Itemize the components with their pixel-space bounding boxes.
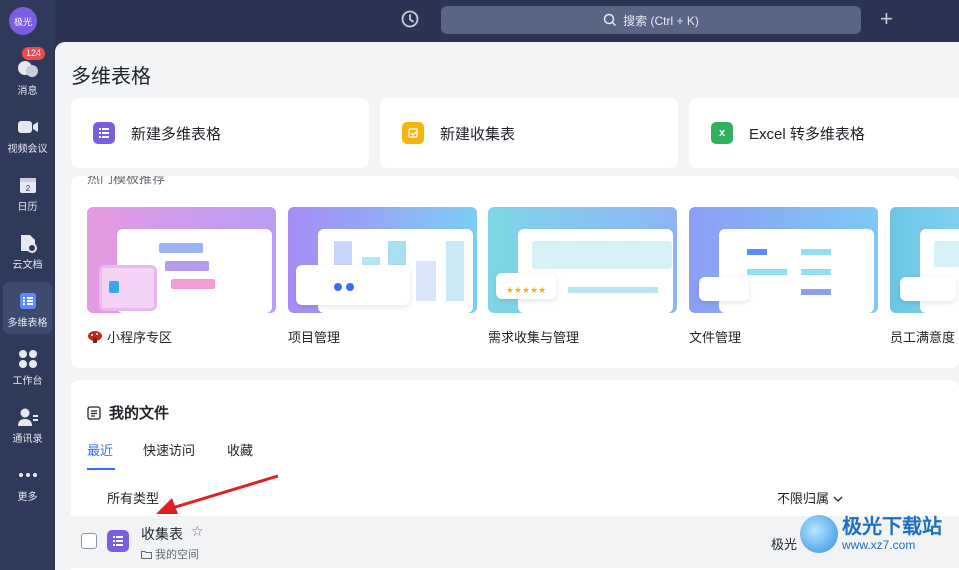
document-icon — [18, 232, 38, 254]
owner-filter[interactable]: 不限归属 — [777, 488, 843, 507]
list-icon — [87, 405, 101, 420]
template-label: 小程序专区 — [107, 330, 173, 345]
page-title: 多维表格 — [71, 66, 151, 88]
template-thumbnail — [890, 207, 959, 313]
tab-recent[interactable]: 最近 — [87, 440, 113, 459]
card-label: Excel 转多维表格 — [749, 125, 865, 143]
sidebar-item-label: 通讯录 — [12, 434, 43, 445]
watermark-url: www.xz7.com — [842, 538, 916, 552]
sidebar-item-label: 消息 — [17, 86, 38, 97]
template-card-requirements[interactable]: ★★★★★ 需求收集与管理 — [488, 207, 677, 346]
grid-icon — [18, 348, 38, 370]
bitable-icon — [93, 122, 115, 144]
calendar-icon: 2 — [19, 174, 37, 196]
sidebar-item-workbench[interactable]: 工作台 — [0, 340, 55, 392]
template-card-satisfaction[interactable]: 员工满意度 — [890, 207, 959, 346]
template-section: 热门模板推荐 小程序专区 项目管理 ★★★★★ 需求收集与管理 文件管理 员工满… — [71, 176, 959, 368]
search-icon — [603, 13, 617, 27]
card-label: 新建多维表格 — [131, 125, 222, 143]
sidebar-item-label: 工作台 — [12, 376, 43, 387]
tab-quick-access[interactable]: 快速访问 — [143, 440, 195, 459]
new-bitable-card[interactable]: 新建多维表格 — [71, 98, 369, 168]
search-input[interactable]: 搜索 (Ctrl + K) — [441, 6, 861, 34]
chevron-down-icon — [833, 496, 843, 502]
video-camera-icon — [17, 116, 39, 138]
star-icon[interactable]: ☆ — [191, 523, 204, 540]
template-label: 文件管理 — [689, 330, 742, 345]
template-thumbnail — [288, 207, 477, 313]
plus-icon: + — [880, 6, 893, 31]
more-dots-icon — [18, 464, 38, 486]
rating-stars-icon: ★★★★★ — [496, 273, 556, 299]
sidebar-item-more[interactable]: 更多 — [0, 456, 55, 508]
watermark-title: 极光下载站 — [842, 516, 942, 538]
bitable-icon — [19, 290, 37, 312]
sidebar-item-label: 云文档 — [12, 260, 43, 271]
tab-favorites[interactable]: 收藏 — [227, 440, 253, 459]
contacts-icon — [17, 406, 39, 428]
sidebar-item-label: 更多 — [17, 492, 38, 503]
template-label: 需求收集与管理 — [488, 330, 580, 345]
mushroom-icon — [88, 330, 102, 343]
template-thumbnail — [87, 207, 276, 313]
avatar-label: 极光 — [13, 16, 32, 27]
history-icon[interactable] — [400, 9, 420, 34]
owner-filter-label: 不限归属 — [777, 491, 830, 506]
sidebar-item-label: 多维表格 — [7, 318, 48, 329]
svg-text:2: 2 — [25, 184, 30, 193]
user-avatar[interactable]: 极光 — [9, 7, 37, 35]
template-card-mini-program[interactable]: 小程序专区 — [87, 207, 276, 346]
template-label: 员工满意度 — [890, 330, 956, 345]
sidebar-item-label: 日历 — [17, 202, 38, 213]
watermark: 极光下载站 www.xz7.com — [800, 515, 942, 553]
watermark-logo-icon — [800, 515, 838, 553]
my-files-header: 我的文件 — [87, 402, 169, 423]
file-owner: 极光 — [771, 537, 798, 552]
new-form-card[interactable]: 新建收集表 — [380, 98, 678, 168]
search-placeholder: 搜索 (Ctrl + K) — [623, 13, 699, 28]
file-location: 我的空间 — [141, 546, 199, 562]
file-name[interactable]: 收集表 — [141, 524, 183, 544]
template-card-project[interactable]: 项目管理 — [288, 207, 477, 346]
folder-icon — [141, 550, 152, 559]
sidebar-item-video-meeting[interactable]: 视频会议 — [0, 108, 55, 160]
excel-convert-card[interactable]: x Excel 转多维表格 — [689, 98, 959, 168]
unread-badge: 124 — [22, 47, 46, 60]
sidebar-item-bitable[interactable]: 多维表格 — [3, 282, 52, 334]
annotation-arrow-icon — [156, 474, 279, 514]
form-icon — [402, 122, 424, 144]
template-card-file-management[interactable]: 文件管理 — [689, 207, 878, 346]
active-tab-underline — [87, 468, 115, 470]
sidebar-item-contacts[interactable]: 通讯录 — [0, 398, 55, 450]
bitable-icon — [107, 530, 129, 552]
card-label: 新建收集表 — [440, 125, 516, 143]
template-section-title: 热门模板推荐 — [87, 176, 166, 186]
sidebar-item-calendar[interactable]: 2 日历 — [0, 166, 55, 218]
chat-bubble-icon — [17, 58, 39, 80]
sidebar: 极光 消息 124 视频会议 2 日历 云文档 多维表格 工作台 通讯录 更多 — [0, 0, 55, 570]
sidebar-item-label: 视频会议 — [7, 144, 48, 155]
template-thumbnail — [689, 207, 878, 313]
template-thumbnail: ★★★★★ — [488, 207, 677, 313]
template-label: 项目管理 — [288, 330, 341, 345]
add-button[interactable]: + — [880, 8, 893, 30]
row-checkbox[interactable] — [81, 533, 97, 549]
excel-icon: x — [711, 122, 733, 144]
file-location-label: 我的空间 — [155, 549, 199, 561]
sidebar-item-cloud-docs[interactable]: 云文档 — [0, 224, 55, 276]
my-files-title: 我的文件 — [109, 405, 170, 422]
